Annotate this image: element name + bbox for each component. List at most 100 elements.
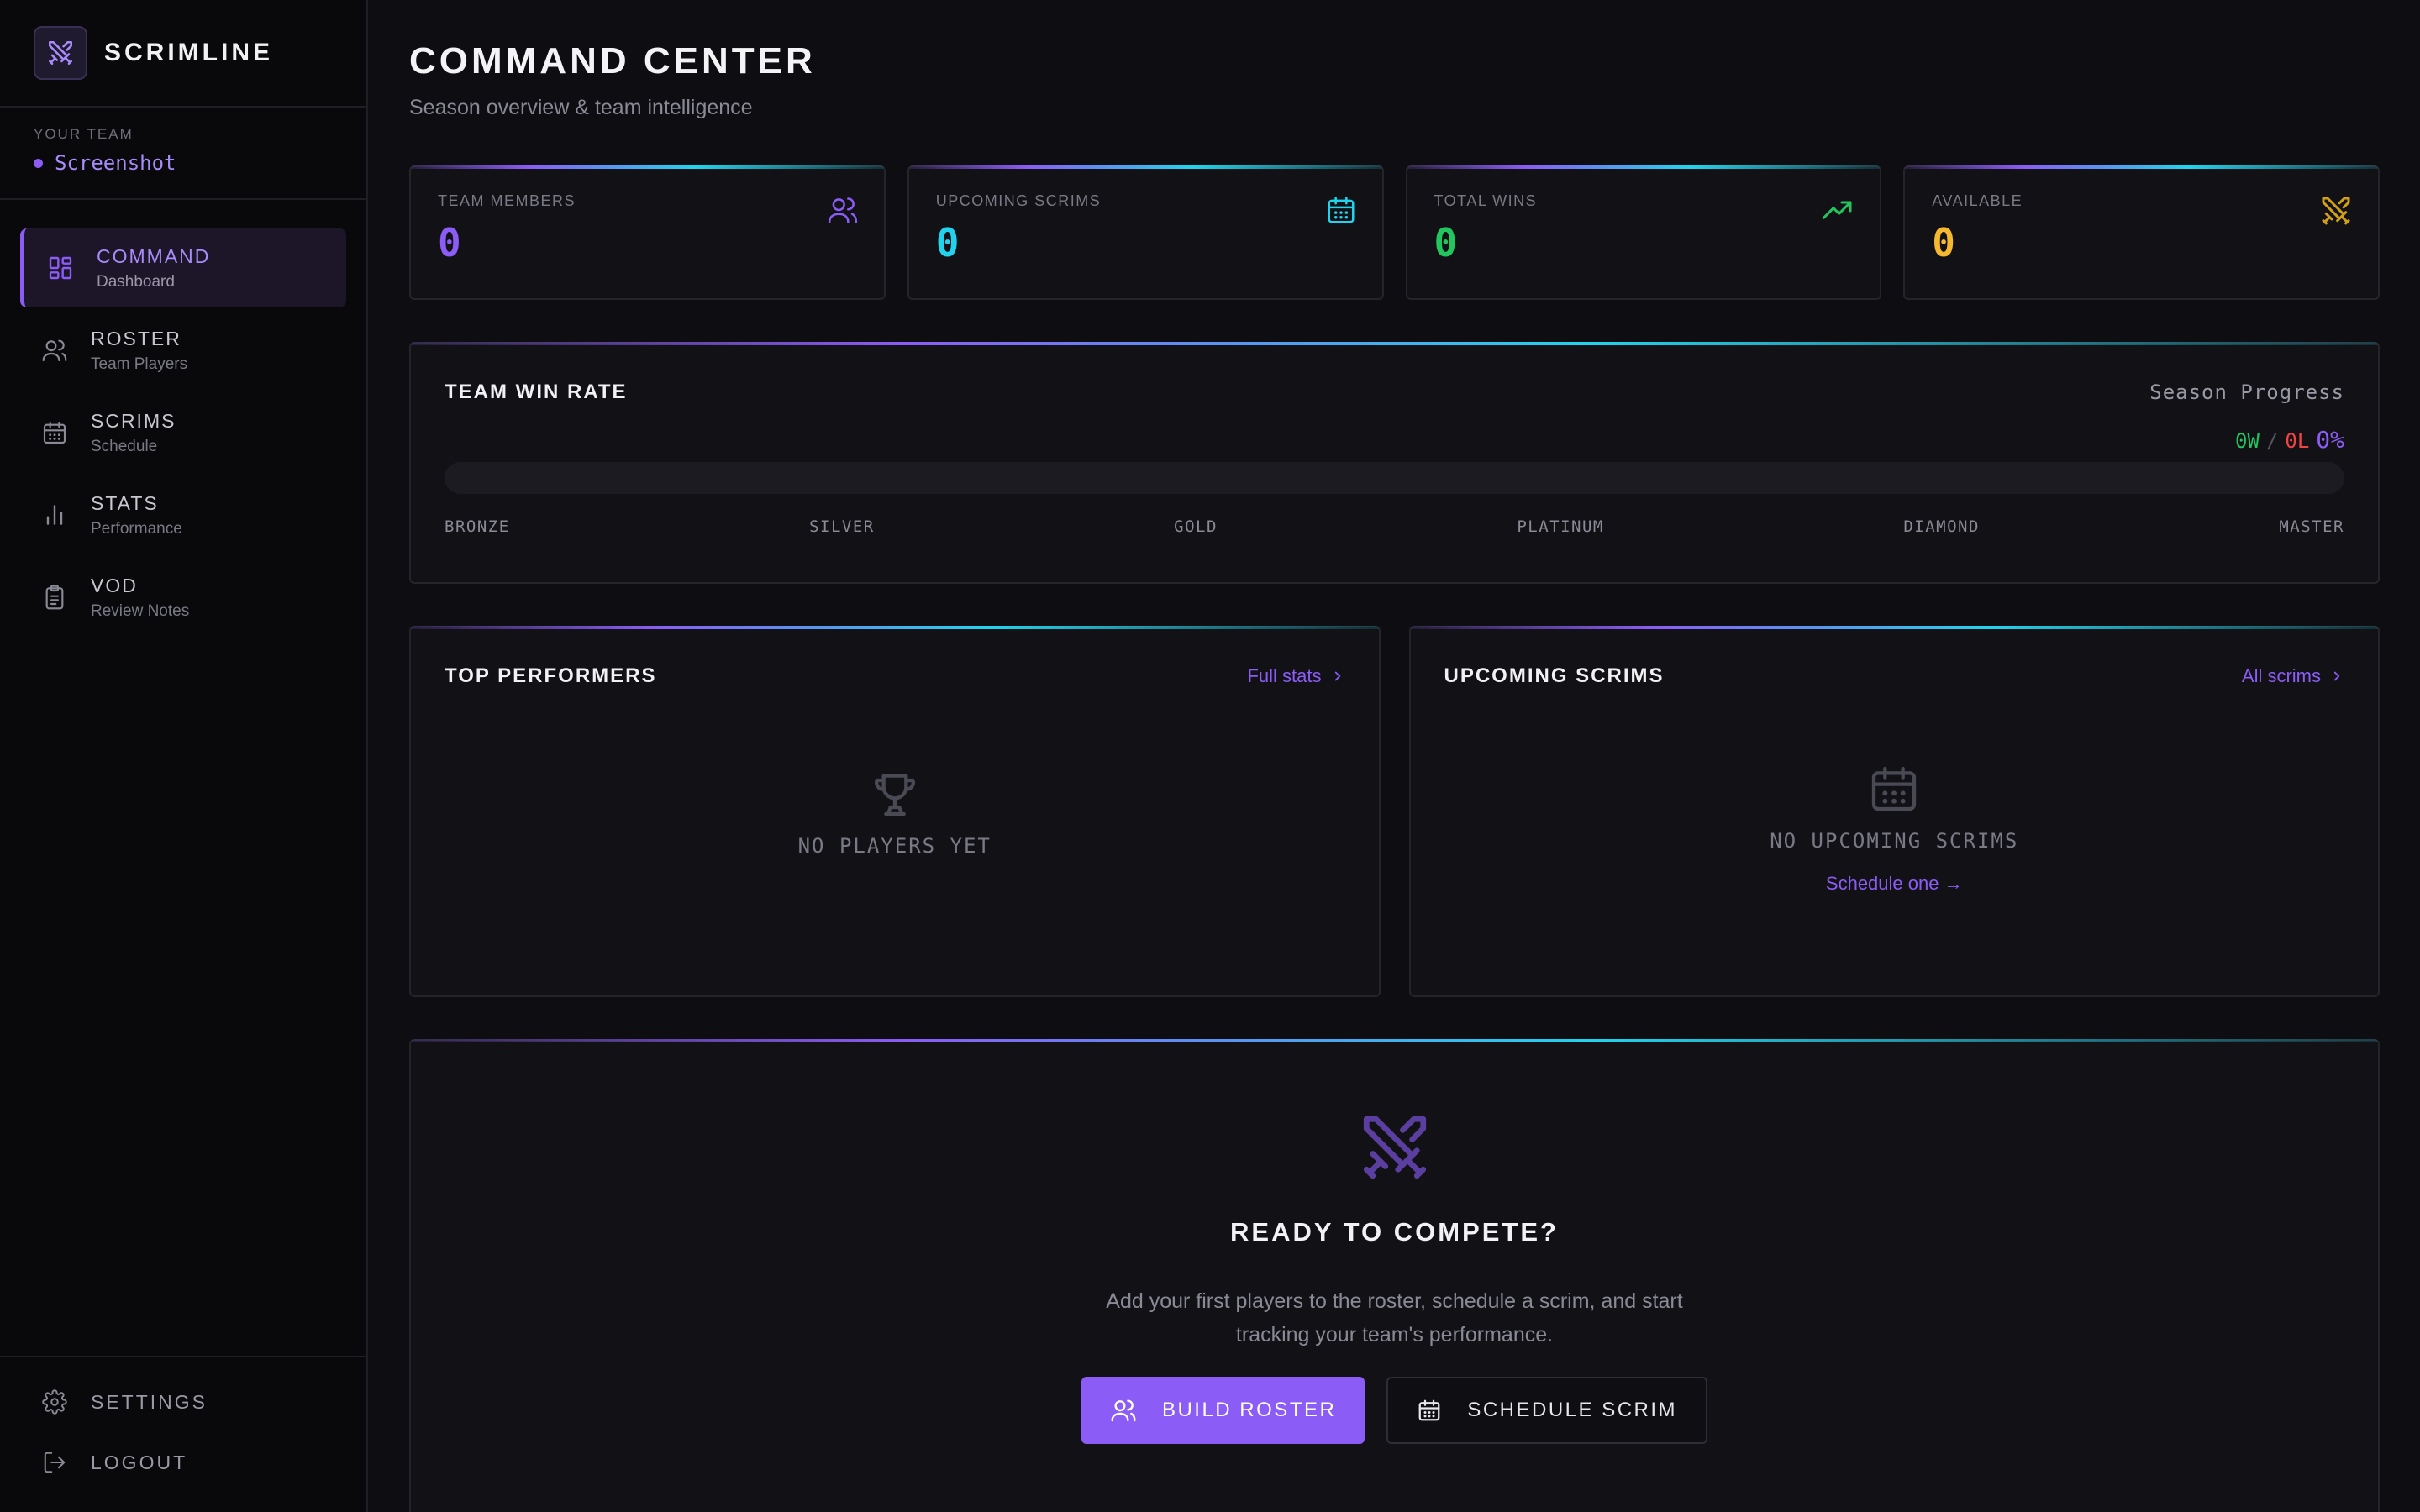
main-nav: COMMAND Dashboard ROSTER Team Players SC… xyxy=(0,200,366,1356)
crossed-swords-icon xyxy=(48,40,73,66)
calendar-icon xyxy=(1872,766,1917,811)
rank-tier: SILVER xyxy=(809,517,875,536)
stat-cards: TEAM MEMBERS 0 UPCOMING SCRIMS 0 TOTAL W… xyxy=(409,165,2380,300)
wins-count: 0W xyxy=(2235,429,2260,453)
stat-label: UPCOMING SCRIMS xyxy=(935,192,1102,209)
nav-item-vod[interactable]: VOD Review Notes xyxy=(20,558,346,637)
nav-subtitle: Schedule xyxy=(91,437,158,455)
stat-card-team-members: TEAM MEMBERS 0 xyxy=(409,165,886,300)
empty-state: NO PLAYERS YET xyxy=(445,767,1345,858)
brand-logo xyxy=(34,26,87,80)
nav-subtitle: Performance xyxy=(91,519,182,538)
trending-up-icon xyxy=(1821,194,1854,232)
team-label: YOUR TEAM xyxy=(34,126,134,142)
button-label: BUILD ROSTER xyxy=(1161,1399,1337,1421)
win-rate-progress-bar xyxy=(445,462,2344,494)
brand-name: SCRIMLINE xyxy=(104,39,273,66)
users-icon xyxy=(827,194,859,230)
stat-value: 0 xyxy=(935,220,960,265)
clipboard-icon xyxy=(40,583,69,612)
users-icon xyxy=(1111,1399,1136,1422)
rank-tiers: BRONZE SILVER GOLD PLATINUM DIAMOND MAST… xyxy=(445,517,2344,536)
nav-title: VOD xyxy=(91,574,138,596)
page-title: COMMAND CENTER xyxy=(409,40,816,81)
calendar-icon xyxy=(40,418,69,447)
nav-item-stats[interactable]: STATS Performance xyxy=(20,475,346,554)
nav-item-scrims[interactable]: SCRIMS Schedule xyxy=(20,393,346,472)
settings-link[interactable]: SETTINGS xyxy=(20,1378,346,1426)
nav-item-command[interactable]: COMMAND Dashboard xyxy=(20,228,346,307)
nav-title: SCRIMS xyxy=(91,409,176,432)
team-status-dot xyxy=(34,158,43,168)
sidebar-footer: SETTINGS LOGOUT xyxy=(0,1356,366,1512)
empty-state: NO UPCOMING SCRIMS Schedule one → xyxy=(1444,762,2345,895)
stat-card-total-wins: TOTAL WINS 0 xyxy=(1405,165,1882,300)
stat-value: 0 xyxy=(1932,220,1955,265)
nav-title: COMMAND xyxy=(97,244,211,267)
nav-subtitle: Dashboard xyxy=(97,272,175,291)
empty-message: NO PLAYERS YET xyxy=(797,834,992,858)
rank-tier: PLATINUM xyxy=(1517,517,1604,536)
bar-chart-icon xyxy=(40,501,69,529)
section-title: TOP PERFORMERS xyxy=(445,664,657,687)
empty-message: NO UPCOMING SCRIMS xyxy=(1770,829,2019,853)
top-performers-card: TOP PERFORMERS Full stats NO PLAYERS YET xyxy=(409,626,1381,997)
logout-link[interactable]: LOGOUT xyxy=(20,1438,346,1487)
button-label: SCHEDULE SCRIM xyxy=(1467,1399,1678,1421)
all-scrims-link[interactable]: All scrims xyxy=(2242,665,2344,687)
rank-tier: DIAMOND xyxy=(1903,517,1980,536)
section-title: TEAM WIN RATE xyxy=(445,381,628,403)
nav-item-roster[interactable]: ROSTER Team Players xyxy=(20,311,346,390)
nav-subtitle: Team Players xyxy=(91,354,188,373)
settings-label: SETTINGS xyxy=(91,1390,208,1413)
calendar-icon xyxy=(1325,194,1357,230)
win-rate-panel: TEAM WIN RATE Season Progress 0W/0L 0% BR… xyxy=(409,342,2380,584)
crossed-swords-icon xyxy=(1363,1116,1426,1179)
cta-description: Add your first players to the roster, sc… xyxy=(1106,1289,1683,1347)
page-subtitle: Season overview & team intelligence xyxy=(409,96,753,119)
stat-label: AVAILABLE xyxy=(1932,192,2023,209)
full-stats-link[interactable]: Full stats xyxy=(1247,665,1344,687)
dashboard-icon xyxy=(46,254,75,282)
cta-title: READY TO COMPETE? xyxy=(1230,1217,1559,1247)
rank-tier: MASTER xyxy=(2279,517,2344,536)
trophy-icon xyxy=(874,774,915,816)
rank-tier: BRONZE xyxy=(445,517,510,536)
calendar-icon xyxy=(1418,1399,1440,1421)
sidebar: SCRIMLINE YOUR TEAM Screenshot COMMAND D… xyxy=(0,0,368,1512)
win-percent: 0% xyxy=(2316,426,2344,454)
stat-card-available: AVAILABLE 0 xyxy=(1903,165,2380,300)
team-selector[interactable]: YOUR TEAM Screenshot xyxy=(0,108,366,200)
logout-label: LOGOUT xyxy=(91,1451,188,1473)
stat-label: TOTAL WINS xyxy=(1434,192,1538,209)
schedule-one-link[interactable]: Schedule one → xyxy=(1826,873,1963,895)
stat-card-upcoming-scrims: UPCOMING SCRIMS 0 xyxy=(907,165,1384,300)
stat-value: 0 xyxy=(438,220,461,265)
nav-subtitle: Review Notes xyxy=(91,601,190,620)
stat-value: 0 xyxy=(1434,220,1458,265)
nav-title: ROSTER xyxy=(91,327,182,349)
season-progress-label: Season Progress xyxy=(2149,381,2344,404)
logout-icon xyxy=(40,1448,69,1477)
crossed-swords-icon xyxy=(2319,194,2353,232)
get-started-panel: READY TO COMPETE? Add your first players… xyxy=(409,1039,2380,1512)
rank-tier: GOLD xyxy=(1174,517,1218,536)
schedule-scrim-button[interactable]: SCHEDULE SCRIM xyxy=(1386,1377,1708,1444)
section-title: UPCOMING SCRIMS xyxy=(1444,664,1665,687)
users-icon xyxy=(40,336,69,365)
team-name: Screenshot xyxy=(55,151,176,175)
build-roster-button[interactable]: BUILD ROSTER xyxy=(1081,1377,1365,1444)
win-loss-record: 0W/0L 0% xyxy=(2149,426,2344,454)
upcoming-scrims-card: UPCOMING SCRIMS All scrims NO UPCOMING S… xyxy=(1408,626,2380,997)
chevron-right-icon xyxy=(2333,671,2340,681)
link-label: All scrims xyxy=(2241,665,2321,686)
link-label: Full stats xyxy=(1247,665,1322,686)
stat-label: TEAM MEMBERS xyxy=(438,192,576,209)
overview-cards: TOP PERFORMERS Full stats NO PLAYERS YET xyxy=(409,626,2380,997)
nav-title: STATS xyxy=(91,491,159,514)
brand[interactable]: SCRIMLINE xyxy=(0,0,366,108)
main-content: COMMAND CENTER Season overview & team in… xyxy=(368,0,2420,1512)
gear-icon xyxy=(40,1388,69,1416)
losses-count: 0L xyxy=(2285,429,2310,453)
chevron-right-icon xyxy=(1334,671,1341,681)
